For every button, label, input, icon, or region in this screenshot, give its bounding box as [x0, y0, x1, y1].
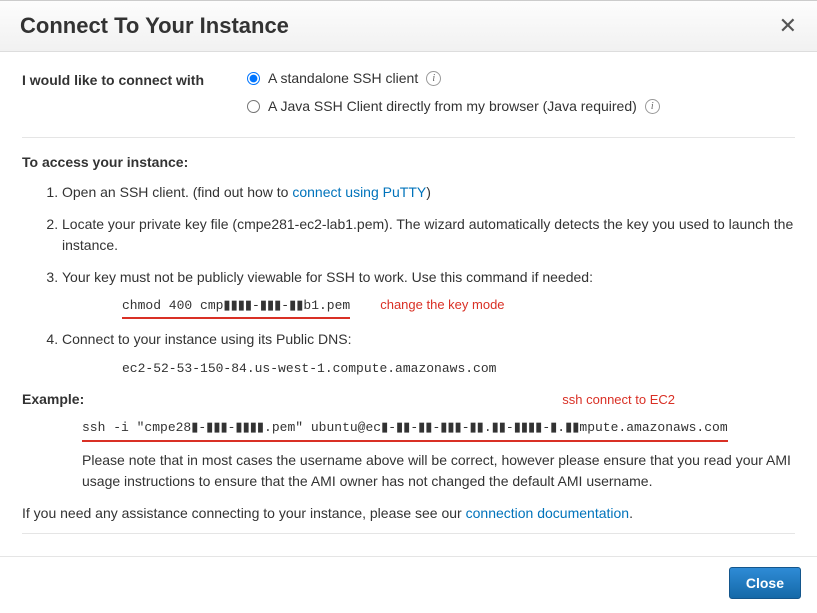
- radio-java-client[interactable]: [247, 100, 260, 113]
- step-4: Connect to your instance using its Publi…: [62, 329, 795, 379]
- chmod-command: chmod 400 cmp▮▮▮▮-▮▮▮-▮▮b1.pem: [122, 296, 350, 319]
- radio-ssh-client[interactable]: [247, 72, 260, 85]
- chmod-annotation: change the key mode: [380, 295, 504, 315]
- info-icon[interactable]: i: [426, 71, 441, 86]
- option-java-client[interactable]: A Java SSH Client directly from my brows…: [247, 96, 795, 118]
- dialog: Connect To Your Instance ✕ I would like …: [0, 0, 817, 613]
- public-dns: ec2-52-53-150-84.us-west-1.compute.amazo…: [122, 361, 496, 376]
- close-icon[interactable]: ✕: [779, 15, 797, 37]
- step-1: Open an SSH client. (find out how to con…: [62, 182, 795, 204]
- dns-block: ec2-52-53-150-84.us-west-1.compute.amazo…: [122, 357, 795, 379]
- example-label: Example:: [22, 389, 84, 411]
- divider: [22, 137, 795, 138]
- option-ssh-client[interactable]: A standalone SSH client i: [247, 68, 795, 90]
- example-annotation: ssh connect to EC2: [562, 390, 675, 410]
- access-heading: To access your instance:: [22, 152, 795, 174]
- step-2: Locate your private key file (cmpe281-ec…: [62, 214, 795, 257]
- example-row: Example: ssh connect to EC2: [22, 389, 795, 411]
- close-button[interactable]: Close: [729, 567, 801, 599]
- info-icon[interactable]: i: [645, 99, 660, 114]
- option-java-client-label: A Java SSH Client directly from my brows…: [268, 96, 637, 118]
- dialog-title: Connect To Your Instance: [20, 13, 289, 39]
- option-ssh-client-label: A standalone SSH client: [268, 68, 418, 90]
- step-3: Your key must not be publicly viewable f…: [62, 267, 795, 319]
- chmod-block: chmod 400 cmp▮▮▮▮-▮▮▮-▮▮b1.pem change th…: [122, 295, 795, 319]
- connect-with-label: I would like to connect with: [22, 68, 247, 92]
- assistance-line: If you need any assistance connecting to…: [22, 503, 795, 525]
- putty-link[interactable]: connect using PuTTY: [292, 184, 426, 200]
- connect-options: A standalone SSH client i A Java SSH Cli…: [247, 68, 795, 123]
- ssh-command: ssh -i "cmpe28▮-▮▮▮-▮▮▮▮.pem" ubuntu@ec▮…: [82, 418, 728, 441]
- divider: [22, 533, 795, 534]
- username-note: Please note that in most cases the usern…: [82, 450, 795, 493]
- dialog-header: Connect To Your Instance ✕: [0, 1, 817, 52]
- dialog-body: I would like to connect with A standalon…: [0, 52, 817, 556]
- dialog-footer: Close: [0, 556, 817, 613]
- steps-list: Open an SSH client. (find out how to con…: [62, 182, 795, 379]
- ssh-example-block: ssh -i "cmpe28▮-▮▮▮-▮▮▮▮.pem" ubuntu@ec▮…: [82, 416, 795, 441]
- connection-docs-link[interactable]: connection documentation: [466, 505, 629, 521]
- connect-with-row: I would like to connect with A standalon…: [22, 68, 795, 123]
